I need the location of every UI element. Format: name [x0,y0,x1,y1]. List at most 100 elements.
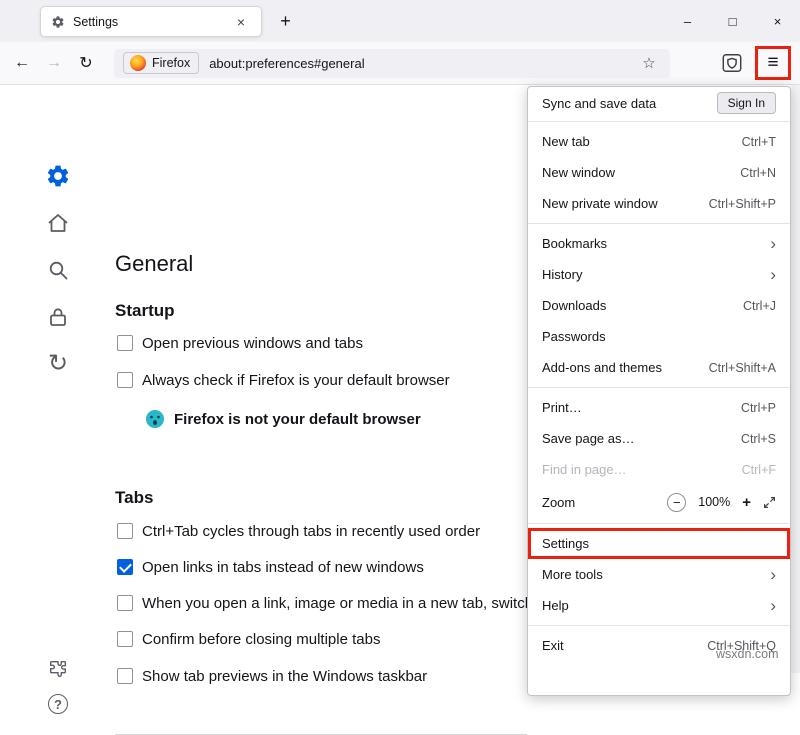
identity-chip[interactable]: Firefox [123,52,199,74]
menu-item-label: Zoom [542,495,575,510]
menu-separator [528,523,790,524]
chevron-right-icon: › [770,235,776,252]
chevron-right-icon: › [770,566,776,583]
checkbox-row-default-browser-check[interactable]: Always check if Firefox is your default … [117,370,450,390]
checkbox[interactable] [117,335,133,351]
menu-item-label: Passwords [542,329,606,344]
firefox-logo-icon [130,55,146,71]
menu-item-label: Exit [542,638,564,653]
menu-item-shortcut: Ctrl+F [742,463,776,477]
checkbox-label: Confirm before closing multiple tabs [142,631,380,648]
checkbox-row-ctrl-tab[interactable]: Ctrl+Tab cycles through tabs in recently… [117,521,480,541]
sidebar-item-support[interactable]: ? [44,690,72,718]
chevron-right-icon: › [770,266,776,283]
menu-item-label: Save page as… [542,431,635,446]
sidebar-item-extensions[interactable] [44,655,72,683]
menu-item-help[interactable]: Help › [528,590,790,621]
sidebar-item-sync[interactable]: ↻ [44,350,72,378]
sync-icon: ↻ [48,352,68,376]
menu-item-label: Downloads [542,298,606,313]
menu-item-label: Print… [542,400,582,415]
identity-chip-label: Firefox [152,56,190,70]
menu-item-label: History [542,267,582,282]
menu-item-save-page-as[interactable]: Save page as… Ctrl+S [528,423,790,454]
checkbox[interactable] [117,631,133,647]
menu-item-shortcut: Ctrl+P [741,401,776,415]
menu-item-shortcut: Ctrl+J [743,299,776,313]
menu-item-shortcut: Ctrl+T [742,135,776,149]
page-scrollbar[interactable] [791,85,800,673]
url-bar[interactable]: Firefox about:preferences#general ☆ [114,49,670,78]
menu-item-shortcut: Ctrl+Shift+P [709,197,776,211]
app-menu: Sync and save data Sign In New tab Ctrl+… [527,86,791,696]
home-icon [46,211,70,235]
menu-item-shortcut: Ctrl+Shift+A [709,361,776,375]
menu-item-passwords[interactable]: Passwords [528,321,790,352]
tabs-heading: Tabs [115,488,153,508]
tab-close-button[interactable]: × [231,12,251,32]
menu-item-addons-themes[interactable]: Add-ons and themes Ctrl+Shift+A [528,352,790,383]
sad-face-icon [145,409,165,429]
shield-icon[interactable] [717,48,747,78]
back-button[interactable]: ← [6,48,38,78]
menu-item-new-window[interactable]: New window Ctrl+N [528,157,790,188]
menu-item-new-tab[interactable]: New tab Ctrl+T [528,126,790,157]
zoom-in-button[interactable]: + [742,494,751,511]
menu-item-new-private-window[interactable]: New private window Ctrl+Shift+P [528,188,790,219]
menu-item-sync[interactable]: Sync and save data Sign In [528,89,790,117]
menu-item-settings[interactable]: Settings [528,528,790,559]
menu-separator [528,121,790,122]
menu-item-label: Help [542,598,569,613]
checkbox-row-open-links-in-tabs[interactable]: Open links in tabs instead of new window… [117,557,424,577]
menu-separator [528,625,790,626]
checkbox-label: Open previous windows and tabs [142,335,363,352]
checkbox[interactable] [117,372,133,388]
menu-item-label: More tools [542,567,603,582]
menu-item-history[interactable]: History › [528,259,790,290]
zoom-out-button[interactable]: − [667,493,686,512]
checkbox[interactable] [117,668,133,684]
browser-tab[interactable]: Settings × [40,6,262,37]
menu-item-label: Bookmarks [542,236,607,251]
watermark: wsxdn.com [716,647,779,661]
hamburger-menu-icon[interactable]: ≡ [758,49,788,77]
checkbox-label: Open links in tabs instead of new window… [142,559,424,576]
checkbox-label: Always check if Firefox is your default … [142,372,450,389]
lock-icon [46,305,70,329]
sidebar-item-privacy[interactable] [44,303,72,331]
page-title: General [115,251,193,277]
zoom-level: 100% [698,495,730,509]
forward-button[interactable]: → [38,48,70,78]
checkbox-row-tab-previews[interactable]: Show tab previews in the Windows taskbar [117,666,427,686]
minimize-button[interactable]: – [665,0,710,42]
checkbox-row-confirm-close[interactable]: Confirm before closing multiple tabs [117,629,380,649]
sidebar-item-home[interactable] [44,209,72,237]
sidebar-item-search[interactable] [44,256,72,284]
checkbox[interactable] [117,559,133,575]
menu-item-label: New private window [542,196,658,211]
fullscreen-icon[interactable] [763,496,776,509]
menu-item-print[interactable]: Print… Ctrl+P [528,392,790,423]
menu-item-bookmarks[interactable]: Bookmarks › [528,228,790,259]
checkbox-row-open-previous[interactable]: Open previous windows and tabs [117,333,363,353]
menu-item-label: Find in page… [542,462,627,477]
new-tab-button[interactable]: + [272,8,299,35]
window-close-button[interactable]: × [755,0,800,42]
menu-item-label: Settings [542,536,589,551]
bookmark-star-icon[interactable]: ☆ [637,51,661,75]
titlebar: Settings × + – □ × [0,0,800,42]
menu-item-downloads[interactable]: Downloads Ctrl+J [528,290,790,321]
maximize-button[interactable]: □ [710,0,755,42]
checkbox-row-switch-to-new-tab[interactable]: When you open a link, image or media in … [117,593,541,613]
nav-toolbar: ← → ↻ Firefox about:preferences#general … [0,42,800,85]
reload-button[interactable]: ↻ [70,48,102,78]
sign-in-button[interactable]: Sign In [717,92,776,114]
menu-item-find-in-page: Find in page… Ctrl+F [528,454,790,485]
checkbox[interactable] [117,523,133,539]
menu-item-more-tools[interactable]: More tools › [528,559,790,590]
checkbox[interactable] [117,595,133,611]
sidebar-item-general[interactable] [44,162,72,190]
checkbox-label: Ctrl+Tab cycles through tabs in recently… [142,523,480,540]
default-browser-notice: Firefox is not your default browser [145,408,421,430]
notice-text: Firefox is not your default browser [174,411,421,428]
